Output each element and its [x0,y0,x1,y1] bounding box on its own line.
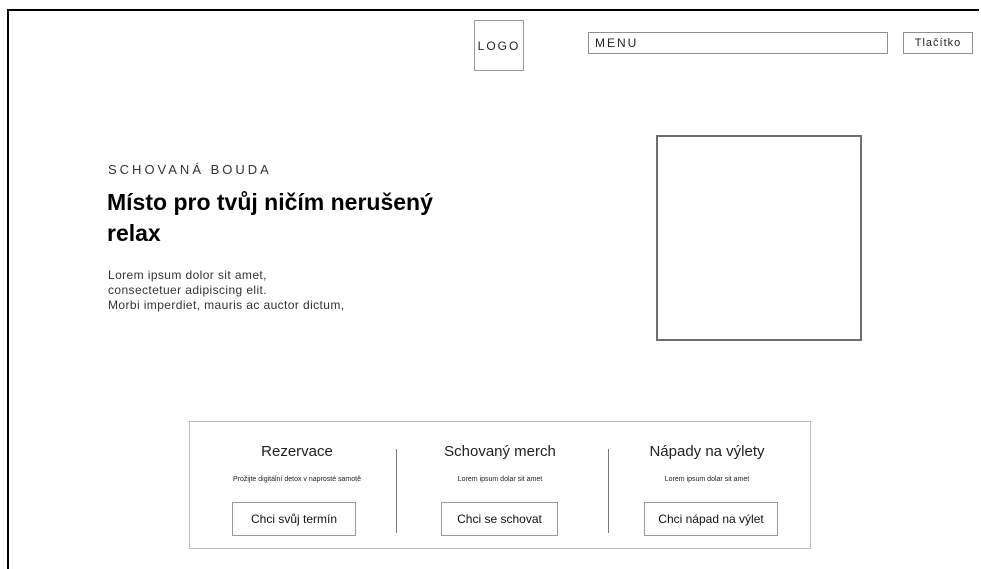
header-button[interactable]: Tlačítko [903,32,973,54]
hide-button[interactable]: Chci se schovat [441,502,558,536]
logo[interactable]: LOGO [474,20,524,71]
header-button-label: Tlačítko [914,37,962,49]
hero-image-placeholder [656,135,862,341]
hero-description-line: consectetuer adipiscing elit. [108,283,268,297]
features-panel: Rezervace Prožijte digitální detox v nap… [189,421,811,549]
hero-description: Lorem ipsum dolor sit amet, consectetuer… [108,268,428,313]
feature-card-reservation: Rezervace Prožijte digitální detox v nap… [197,422,397,548]
book-date-button[interactable]: Chci svůj termín [232,502,356,536]
hero-title: Místo pro tvůj ničím nerušený relax [107,189,433,246]
hide-button-label: Chci se schovat [457,512,542,526]
menu-label: MENU [595,36,639,50]
feature-card-merch: Schovaný merch Lorem ipsum dolar sit ame… [400,422,600,548]
trip-idea-button-label: Chci nápad na výlet [658,512,764,526]
feature-title: Nápady na výlety [649,443,765,460]
feature-text: Lorem ipsum dolar sit amet [457,476,543,483]
feature-text: Prožijte digitální detox v naprosté samo… [232,476,361,483]
hero-description-line: Morbi imperdiet, mauris ac auctor dictum… [108,298,345,312]
hero-eyebrow: SCHOVANÁ BOUDA [108,162,272,177]
book-date-button-label: Chci svůj termín [250,512,338,526]
menu-bar[interactable]: MENU [588,32,888,54]
feature-title: Rezervace [261,443,333,460]
feature-divider [396,449,397,533]
feature-card-trips: Nápady na výlety Lorem ipsum dolar sit a… [607,422,807,548]
hero-description-line: Lorem ipsum dolor sit amet, [108,268,267,282]
logo-text: LOGO [477,38,521,53]
feature-title: Schovaný merch [444,443,556,460]
trip-idea-button[interactable]: Chci nápad na výlet [644,502,778,536]
feature-text: Lorem ipsum dolar sit amet [664,476,750,483]
